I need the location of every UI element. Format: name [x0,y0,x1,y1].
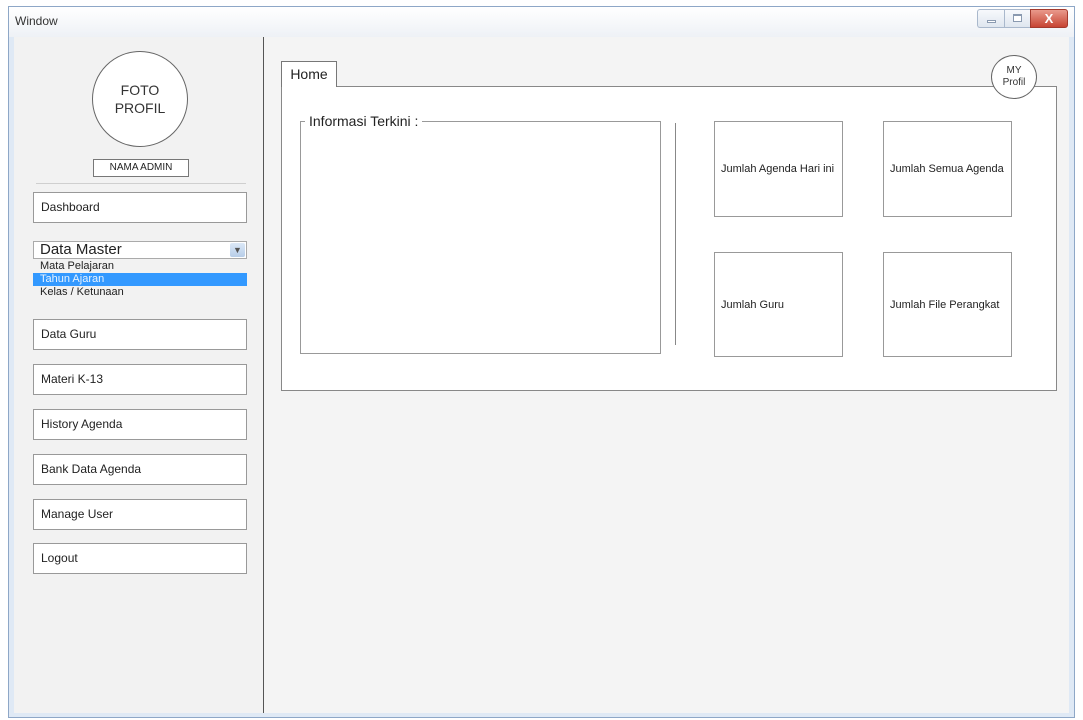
menu-materi-button[interactable]: Materi K-13 [33,364,247,395]
menu-dashboard-button[interactable]: Dashboard [33,192,247,223]
data-master-dropdown[interactable]: Data Master ▼ [33,241,247,259]
profile-photo-label: FOTO PROFIL [114,82,166,116]
vertical-divider [675,123,676,345]
minimize-button[interactable] [977,9,1004,28]
stat-card-file-perangkat: Jumlah File Perangkat [883,252,1012,357]
sidebar: FOTO PROFIL NAMA ADMIN Dashboard Data Ma… [14,37,264,713]
my-profil-label: MY Profil [1002,65,1026,88]
profile-photo: FOTO PROFIL [92,51,188,147]
stat-label-file-perangkat: Jumlah File Perangkat [890,298,1000,311]
close-button[interactable]: X [1030,9,1068,28]
sidebar-divider [36,183,246,184]
my-profil-button[interactable]: MY Profil [991,55,1037,99]
window-title: Window [15,14,58,28]
data-master-options: Mata Pelajaran Tahun Ajaran Kelas / Ketu… [33,260,247,299]
informasi-terkini-box: Informasi Terkini : [300,113,661,354]
dropdown-option-tahun-ajaran[interactable]: Tahun Ajaran [33,273,247,286]
menu-data-guru-button[interactable]: Data Guru [33,319,247,350]
dropdown-option-kelas-ketunaan[interactable]: Kelas / Ketunaan [33,286,247,299]
window-controls: X [977,9,1068,28]
client-area: FOTO PROFIL NAMA ADMIN Dashboard Data Ma… [14,37,1069,713]
stat-label-agenda-today: Jumlah Agenda Hari ini [721,163,835,175]
home-panel: Informasi Terkini : Jumlah Agenda Hari i… [281,86,1057,391]
maximize-button[interactable] [1004,9,1030,28]
close-icon: X [1044,11,1054,26]
stat-label-guru: Jumlah Guru [721,298,784,311]
stat-card-all-agenda: Jumlah Semua Agenda [883,121,1012,217]
menu-bank-data-agenda-button[interactable]: Bank Data Agenda [33,454,247,485]
main-content: Home MY Profil Informasi Terkini : Jumla… [265,37,1069,713]
minimize-icon [987,20,996,23]
stat-card-guru: Jumlah Guru [714,252,843,357]
stat-card-agenda-today: Jumlah Agenda Hari ini [714,121,843,217]
stat-label-all-agenda: Jumlah Semua Agenda [890,163,1004,175]
title-bar: Window X [9,7,1074,37]
chevron-down-icon[interactable]: ▼ [230,243,245,257]
tab-home[interactable]: Home [281,61,337,87]
menu-logout-button[interactable]: Logout [33,543,247,574]
admin-name: NAMA ADMIN [93,159,189,177]
app-window: Window X FOTO PROFIL NAMA ADMIN Dashboar… [8,6,1075,718]
informasi-terkini-title: Informasi Terkini : [305,113,423,129]
maximize-icon [1013,14,1022,22]
menu-history-agenda-button[interactable]: History Agenda [33,409,247,440]
dropdown-option-mata-pelajaran[interactable]: Mata Pelajaran [33,260,247,273]
data-master-label: Data Master [40,241,122,258]
menu-manage-user-button[interactable]: Manage User [33,499,247,530]
